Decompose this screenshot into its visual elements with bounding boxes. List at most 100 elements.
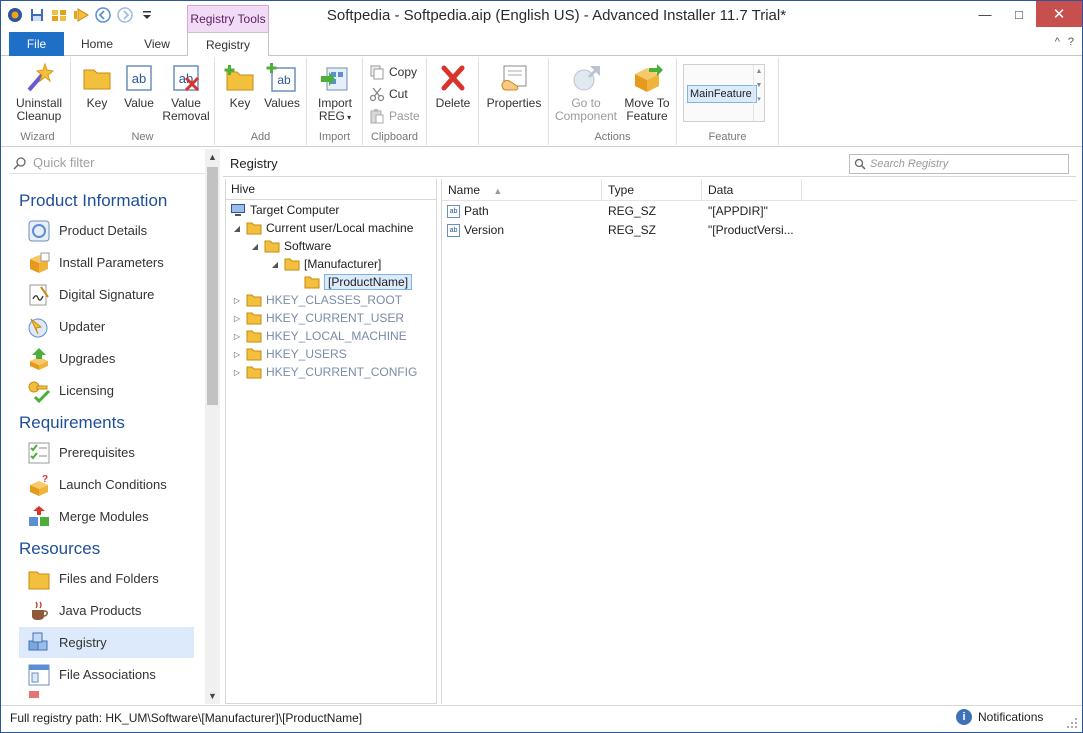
collapse-arrow-icon[interactable]: ◢: [232, 224, 242, 233]
tree-node-product-name[interactable]: [ProductName]: [290, 273, 413, 291]
nav-item-registry[interactable]: Registry: [19, 627, 194, 658]
import-reg-button[interactable]: Import REG ▾: [311, 62, 359, 124]
back-icon[interactable]: [95, 7, 111, 23]
quick-filter-input[interactable]: Quick filter: [9, 152, 205, 174]
expand-arrow-icon[interactable]: ▷: [232, 332, 242, 341]
table-row[interactable]: ab Path REG_SZ "[APPDIR]": [442, 202, 1077, 221]
expand-arrow-icon[interactable]: ▷: [232, 296, 242, 305]
move-to-feature-icon: [635, 64, 663, 92]
nav-item-prerequisites[interactable]: Prerequisites: [19, 437, 194, 468]
tree-node-hkey-current-config[interactable]: ▷ HKEY_CURRENT_CONFIG: [232, 363, 417, 381]
scroll-up-icon[interactable]: ▲: [205, 149, 220, 165]
tab-view[interactable]: View: [129, 32, 185, 56]
table-row[interactable]: ab Version REG_SZ "[ProductVersi...: [442, 221, 1077, 240]
tree-label: HKEY_CLASSES_ROOT: [266, 293, 403, 307]
add-values-button[interactable]: ab Values: [261, 62, 303, 110]
copy-icon: [370, 65, 384, 80]
nav-item-updater[interactable]: Updater: [19, 311, 194, 342]
gallery-up-icon[interactable]: ▲: [754, 65, 764, 79]
new-value-label: Value: [124, 96, 154, 110]
tab-file[interactable]: File: [9, 32, 64, 56]
tab-home[interactable]: Home: [67, 32, 127, 56]
build-icon[interactable]: [51, 7, 67, 23]
new-value-removal-button[interactable]: ab Value Removal: [161, 62, 211, 123]
nav-item-files-and-folders[interactable]: Files and Folders: [19, 563, 194, 594]
collapse-ribbon-button[interactable]: ^: [1055, 36, 1060, 48]
new-key-button[interactable]: Key: [77, 62, 117, 110]
feature-item-mainfeature[interactable]: MainFeature: [687, 85, 757, 103]
tree-node-hkey-users[interactable]: ▷ HKEY_USERS: [232, 345, 347, 363]
tree-node-hkey-local-machine[interactable]: ▷ HKEY_LOCAL_MACHINE: [232, 327, 407, 345]
section-product-information: Product Information: [19, 191, 168, 210]
expand-arrow-icon[interactable]: ▷: [232, 314, 242, 323]
folder-icon: [284, 258, 300, 271]
column-name-label: Name: [448, 183, 481, 197]
folder-icon: [28, 571, 50, 589]
new-value-button[interactable]: ab Value: [117, 62, 161, 110]
collapse-arrow-icon[interactable]: ◢: [250, 242, 260, 251]
nav-label: Prerequisites: [59, 445, 135, 460]
gallery-more-icon[interactable]: ▾: [754, 93, 764, 107]
folder-icon: [304, 276, 320, 289]
paste-button[interactable]: Paste: [369, 106, 420, 126]
forward-icon[interactable]: [117, 7, 133, 23]
feature-gallery-scroll[interactable]: ▲ ▼ ▾: [753, 65, 764, 121]
import-registry-icon: [321, 67, 348, 91]
tree-node-target-computer[interactable]: Target Computer: [230, 201, 339, 219]
tree-node-manufacturer[interactable]: ◢ [Manufacturer]: [270, 255, 381, 273]
tree-node-current-user[interactable]: ◢ Current user/Local machine: [232, 219, 413, 237]
notifications-button[interactable]: i Notifications: [956, 709, 1043, 725]
tree-node-hkey-current-user[interactable]: ▷ HKEY_CURRENT_USER: [232, 309, 404, 327]
section-requirements: Requirements: [19, 413, 125, 432]
add-key-button[interactable]: Key: [221, 62, 259, 110]
column-header-name[interactable]: Name ▲: [442, 179, 602, 201]
nav-item-product-details[interactable]: Product Details: [19, 215, 194, 246]
nav-item-digital-signature[interactable]: Digital Signature: [19, 279, 194, 310]
run-icon[interactable]: [73, 7, 89, 23]
column-header-type[interactable]: Type: [602, 179, 702, 201]
maximize-button[interactable]: □: [1002, 1, 1036, 27]
nav-item-install-parameters[interactable]: Install Parameters: [19, 247, 194, 278]
delete-button[interactable]: Delete: [431, 62, 475, 110]
nav-item-merge-modules[interactable]: Merge Modules: [19, 501, 194, 532]
resize-grip-icon[interactable]: [1066, 717, 1078, 729]
uninstall-cleanup-button[interactable]: Uninstall Cleanup: [9, 62, 69, 123]
hive-column-header[interactable]: Hive: [226, 179, 436, 200]
properties-button[interactable]: Properties: [483, 62, 545, 110]
collapse-arrow-icon[interactable]: ◢: [270, 260, 280, 269]
cut-button[interactable]: Cut: [369, 84, 408, 104]
nav-item-launch-conditions[interactable]: ? Launch Conditions: [19, 469, 194, 500]
tab-registry[interactable]: Registry: [187, 32, 269, 57]
minimize-button[interactable]: —: [968, 1, 1002, 27]
nav-label: Files and Folders: [59, 571, 159, 586]
nav-item-upgrades[interactable]: Upgrades: [19, 343, 194, 374]
partial-item-icon: [29, 691, 39, 698]
help-button[interactable]: ?: [1068, 36, 1074, 48]
move-to-feature-button[interactable]: Move To Feature: [619, 62, 675, 123]
nav-item-java-products[interactable]: Java Products: [19, 595, 194, 626]
copy-button[interactable]: Copy: [369, 62, 417, 82]
add-value-icon: ab: [266, 63, 296, 92]
close-button[interactable]: ✕: [1036, 1, 1082, 27]
go-to-component-button[interactable]: Go to Component: [553, 62, 619, 123]
save-icon[interactable]: [29, 7, 45, 23]
qat-dropdown-icon[interactable]: [139, 7, 155, 23]
nav-item-file-associations[interactable]: File Associations: [19, 659, 194, 690]
scroll-down-icon[interactable]: ▼: [205, 688, 220, 704]
ribbon-group-delete: Delete: [427, 58, 479, 145]
expand-arrow-icon[interactable]: ▷: [232, 350, 242, 359]
expand-arrow-icon[interactable]: ▷: [232, 368, 242, 377]
import-dropdown-icon[interactable]: ▾: [345, 113, 351, 122]
gallery-down-icon[interactable]: ▼: [754, 79, 764, 93]
nav-item-licensing[interactable]: Licensing: [19, 375, 194, 406]
left-nav-scrollbar[interactable]: ▲ ▼: [205, 149, 220, 704]
tree-node-software[interactable]: ◢ Software: [250, 237, 331, 255]
column-header-data[interactable]: Data: [702, 179, 802, 201]
search-registry-input[interactable]: Search Registry: [849, 154, 1069, 174]
app-logo-icon[interactable]: [7, 7, 23, 23]
tree-node-hkey-classes-root[interactable]: ▷ HKEY_CLASSES_ROOT: [232, 291, 402, 309]
folder-icon: [264, 240, 280, 253]
tree-label: HKEY_LOCAL_MACHINE: [266, 329, 407, 343]
scrollbar-thumb[interactable]: [207, 167, 218, 405]
folder-icon: [246, 348, 262, 361]
